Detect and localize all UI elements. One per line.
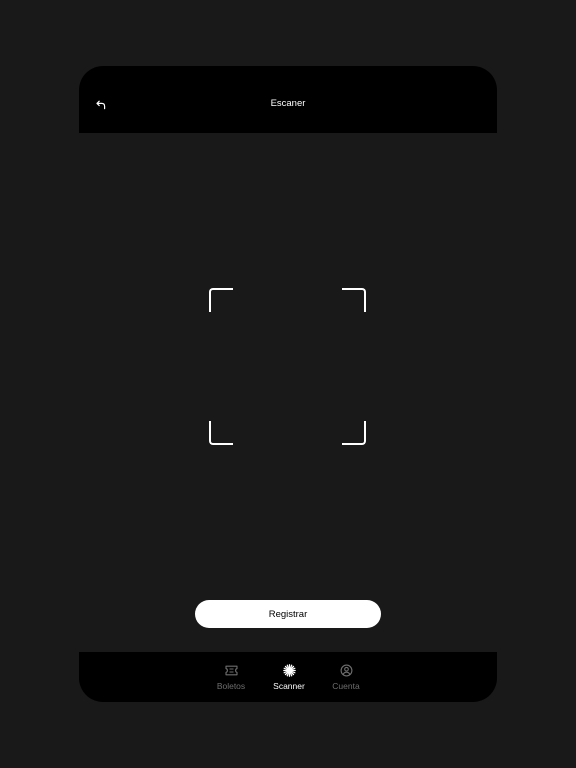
scan-corner-bottom-right <box>342 421 366 445</box>
scan-frame <box>209 288 366 445</box>
account-icon <box>339 663 353 677</box>
page-title: Escaner <box>270 98 306 109</box>
tab-bar: Boletos Scanner Cuenta <box>79 652 497 702</box>
tab-label: Cuenta <box>332 681 360 691</box>
tab-label: Scanner <box>273 681 305 691</box>
scan-corner-top-left <box>209 288 233 312</box>
tab-label: Boletos <box>216 681 246 691</box>
scan-corner-bottom-left <box>209 421 233 445</box>
ticket-icon <box>224 663 238 677</box>
scan-corner-top-right <box>342 288 366 312</box>
tab-boletos[interactable]: Boletos <box>203 663 259 692</box>
register-button[interactable]: Registrar <box>195 600 381 628</box>
app-screen: Escaner Registrar Boletos Scanner Cuenta <box>79 66 497 702</box>
tab-cuenta[interactable]: Cuenta <box>318 663 374 692</box>
tab-scanner[interactable]: Scanner <box>261 663 317 692</box>
header-bar: Escaner <box>79 66 497 133</box>
scanner-icon <box>282 663 296 677</box>
